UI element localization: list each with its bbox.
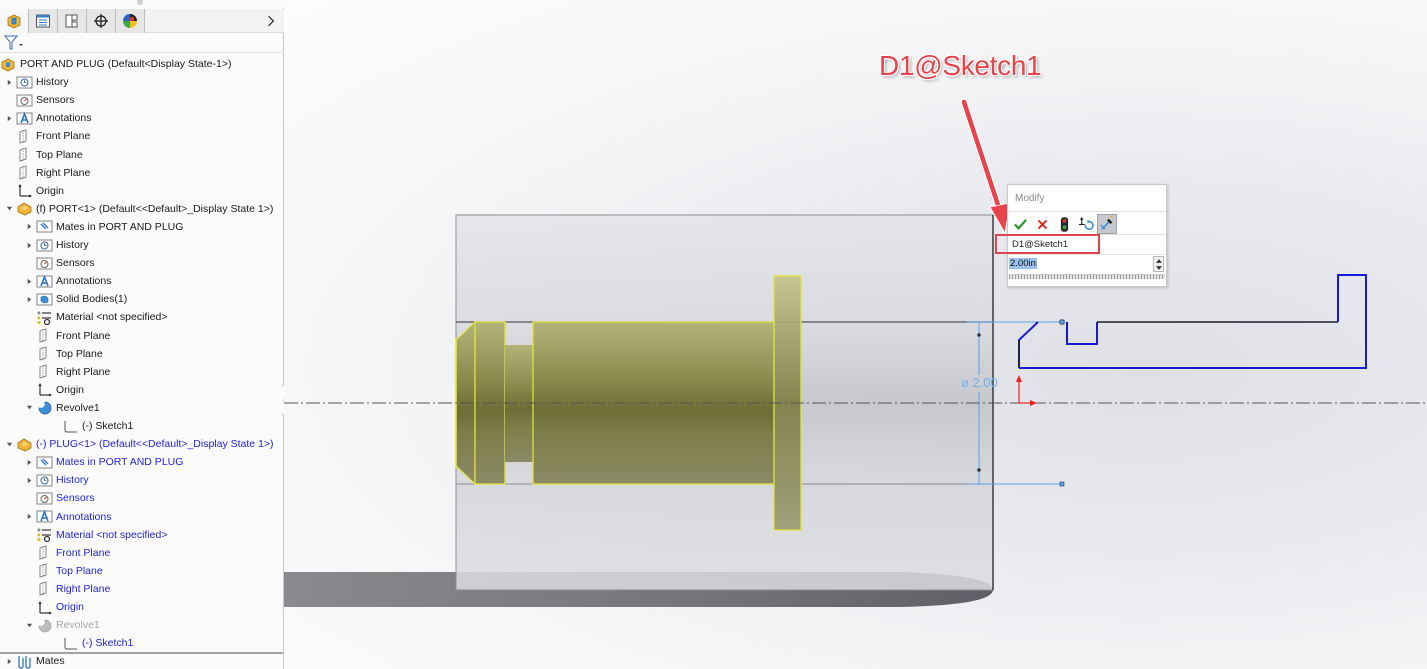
checkmark-icon (1013, 218, 1027, 230)
reverse-sense-button[interactable] (1075, 214, 1095, 234)
annotation-callout: D1@Sketch1 (879, 50, 1042, 81)
spin-up-button[interactable] (1154, 257, 1163, 264)
modify-toolbar (1008, 211, 1166, 235)
annotation-highlight-box (995, 234, 1100, 254)
model-view[interactable]: ⌀ 2.00 (0, 0, 1427, 669)
spin-down-button[interactable] (1154, 264, 1163, 271)
rebuild-button[interactable] (1054, 214, 1074, 234)
value-spinner[interactable] (1153, 256, 1164, 272)
sketch-origin-icon (1016, 375, 1037, 406)
sketch-profile[interactable] (1018, 274, 1367, 369)
reverse-dimension-icon (1078, 216, 1094, 230)
diameter-dimension-label[interactable]: ⌀ 2.00 (961, 375, 998, 390)
dimension-value-text: 2.00in (1009, 258, 1037, 269)
arrow-up-icon (1155, 258, 1162, 263)
traffic-light-icon (1060, 216, 1068, 232)
dimension-value-input[interactable]: 2.00in (1008, 255, 1166, 273)
arrow-down-icon (1155, 265, 1162, 270)
sketch-groove-line (1066, 322, 1098, 345)
sketch-chamfer-line (1018, 321, 1039, 368)
annotation-arrow (960, 98, 1011, 235)
value-thumbwheel[interactable] (1009, 274, 1165, 279)
ok-button[interactable] (1010, 214, 1030, 234)
close-x-icon (1037, 219, 1047, 229)
cancel-button[interactable] (1032, 214, 1052, 234)
mark-for-drawing-button[interactable] (1097, 214, 1117, 234)
modify-dialog-title: Modify (1015, 193, 1045, 204)
mark-dimension-icon (1100, 216, 1114, 230)
